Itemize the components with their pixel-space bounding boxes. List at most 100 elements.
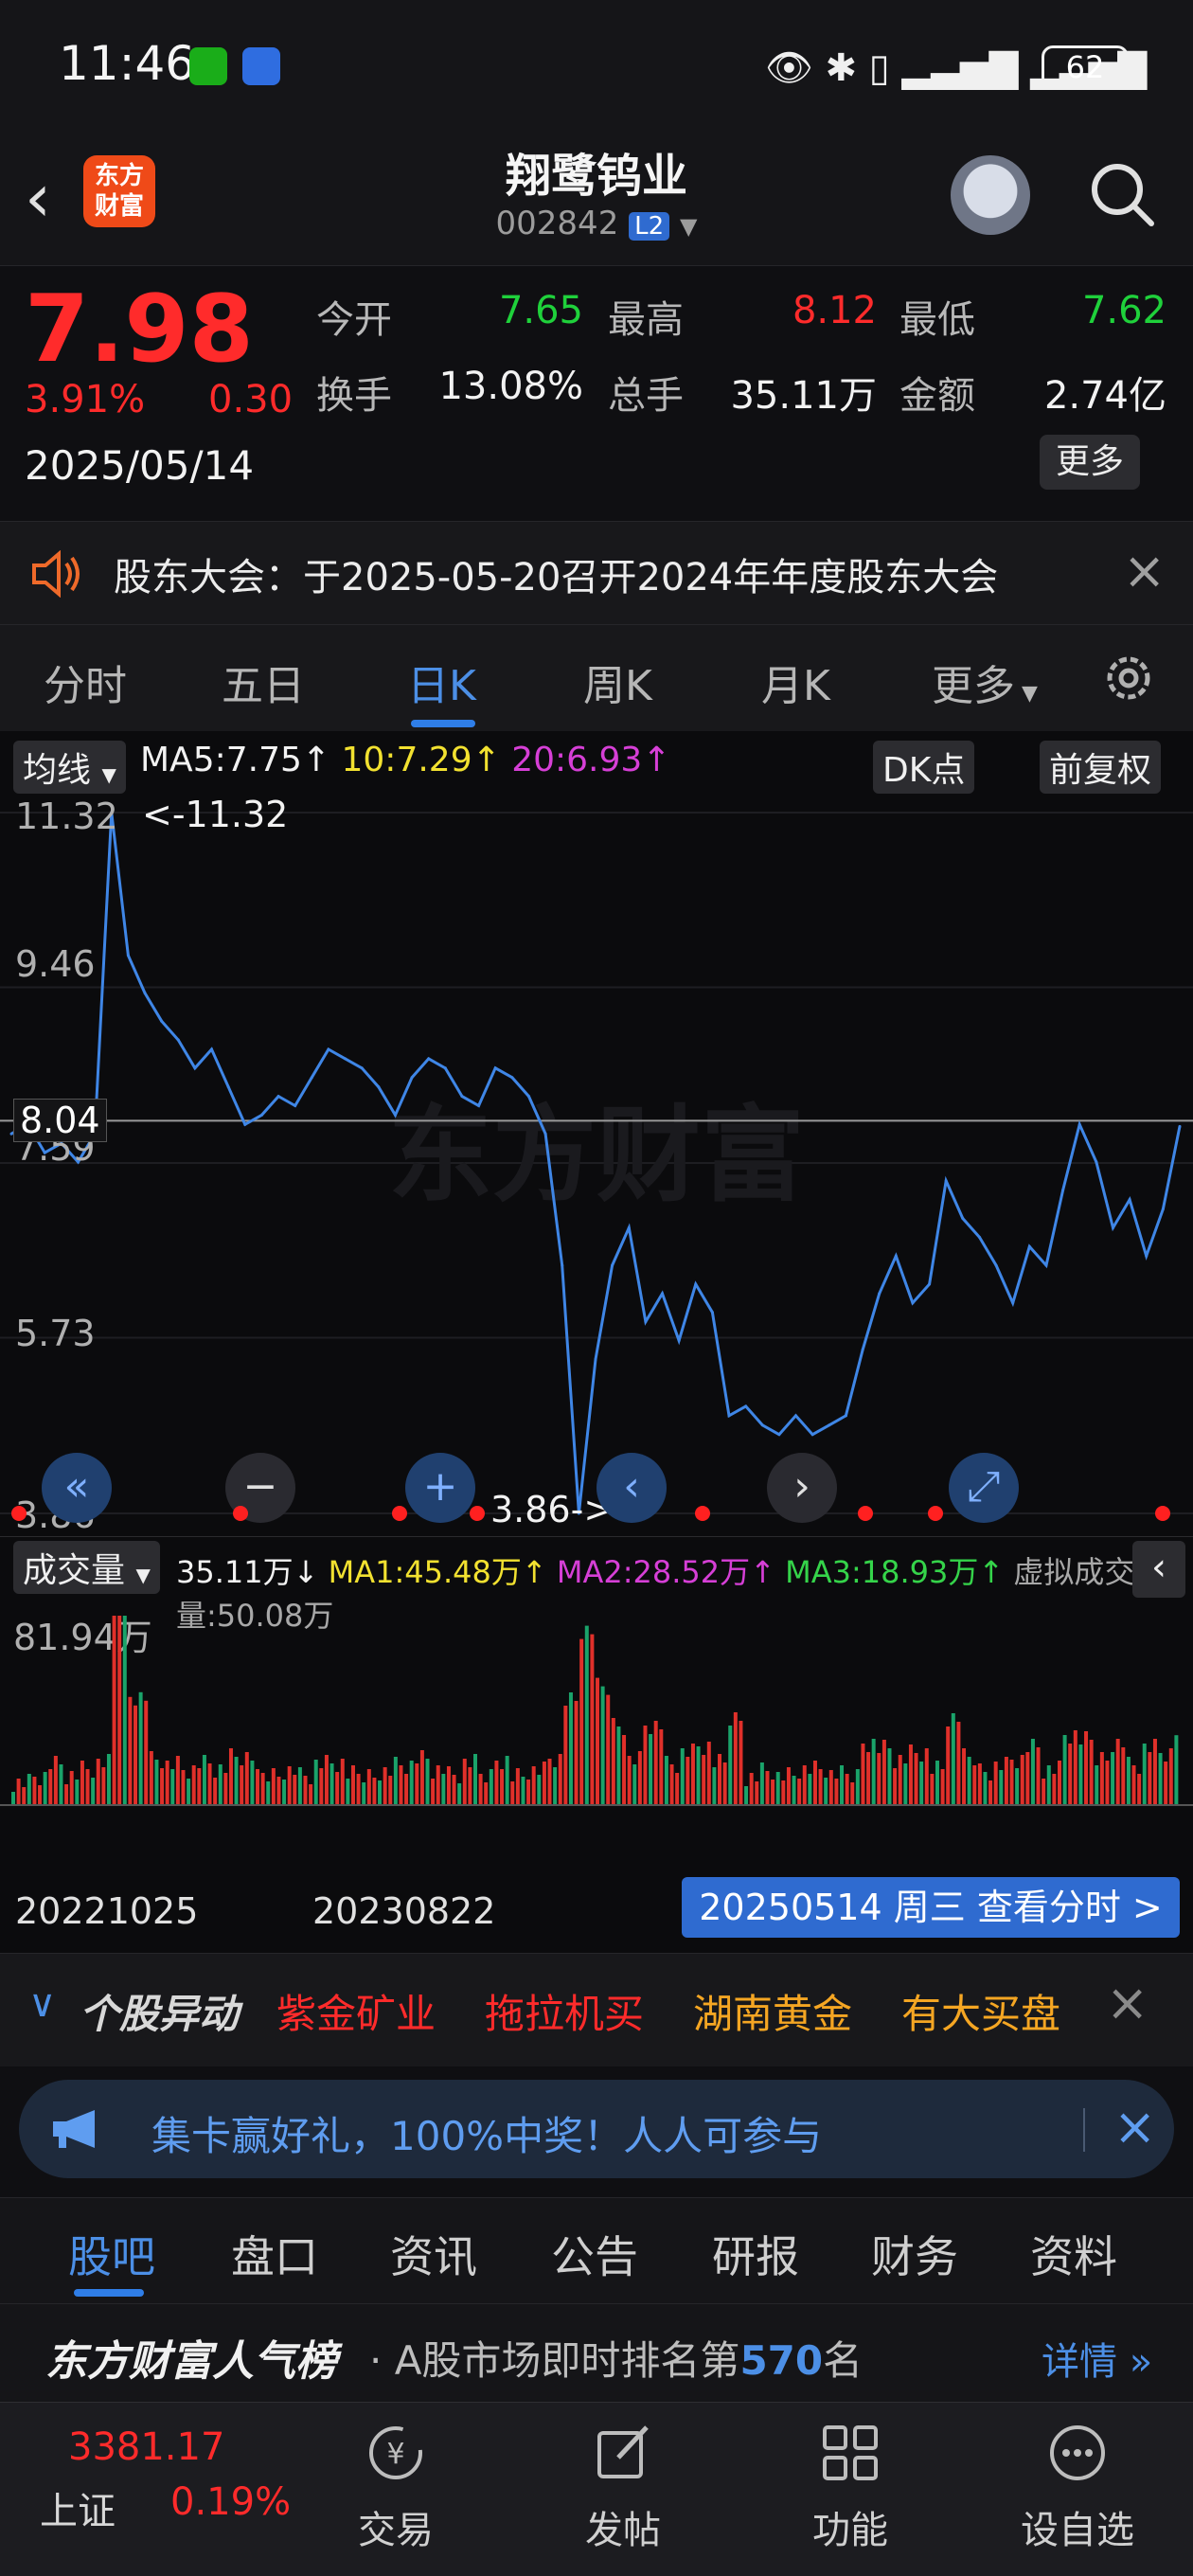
close-icon[interactable]: × (1113, 2097, 1156, 2156)
volume-bar (686, 1757, 690, 1805)
tab-weekly-k[interactable]: 周K (583, 652, 652, 712)
price-point (928, 1282, 932, 1286)
volume-bar (409, 1761, 414, 1805)
tab-news[interactable]: 资讯 (390, 2223, 477, 2285)
more-button[interactable]: 更多 (1040, 435, 1140, 490)
volume-indicator-select[interactable]: 成交量 ▼ (13, 1541, 160, 1594)
volume-bar (664, 1756, 668, 1805)
collapse-panel-button[interactable]: ‹ (1132, 1541, 1185, 1598)
nav-functions[interactable]: 功能 (765, 2410, 935, 2552)
scroll-left-fast-button[interactable]: « (42, 1453, 112, 1523)
kline-chart-area[interactable]: 均线 ▼ MA5:7.75↑ 10:7.29↑ 20:6.93↑ DK点 前复权… (0, 731, 1193, 1953)
price-point (143, 991, 147, 994)
event-marker[interactable] (470, 1506, 485, 1521)
close-icon[interactable]: × (1106, 1973, 1148, 2032)
volume-bar (346, 1779, 350, 1805)
price-point (561, 1263, 564, 1267)
nav-post[interactable]: 发帖 (538, 2410, 708, 2552)
mover-item[interactable]: 湖南黄金 (693, 1982, 852, 2040)
nav-trade[interactable]: ¥ 交易 (311, 2410, 481, 2552)
adjust-button[interactable]: 前复权 (1040, 741, 1162, 794)
divider (1083, 2108, 1085, 2152)
zoom-in-button[interactable]: + (405, 1453, 475, 1523)
battery-indicator: 62 (1042, 45, 1129, 89)
ma-select[interactable]: 均线 ▼ (13, 741, 126, 794)
popularity-ranking[interactable]: 东方财富人气榜 · A股市场即时排名第570名 详情 » (0, 2303, 1193, 2402)
tab-daily-k[interactable]: 日K (407, 652, 476, 712)
volume-bar (350, 1765, 355, 1805)
high-value: 8.12 (792, 289, 877, 332)
volume-bar (366, 1769, 371, 1805)
event-marker[interactable] (695, 1506, 710, 1521)
volume-bar (962, 1748, 967, 1805)
tab-more[interactable]: 更多 ▼ (932, 652, 1038, 712)
volume-bar (866, 1752, 871, 1805)
y-tick-label: 5.73 (15, 1313, 96, 1354)
tab-finance[interactable]: 财务 (871, 2223, 958, 2285)
close-icon[interactable]: × (1123, 541, 1166, 600)
scroll-right-button[interactable]: › (767, 1453, 837, 1523)
fullscreen-button[interactable]: ⤢ (949, 1453, 1019, 1523)
volume-bar (1036, 1747, 1041, 1805)
volume-bar (812, 1761, 817, 1805)
price-point (160, 1019, 164, 1023)
volume-bar (1158, 1753, 1163, 1805)
event-marker[interactable] (858, 1506, 873, 1521)
event-marker[interactable] (392, 1506, 407, 1521)
mover-item[interactable]: 拖拉机买 (485, 1982, 644, 2040)
app-notification-icon (242, 47, 280, 85)
mover-item[interactable]: 紫金矿业 (276, 1982, 436, 2040)
gear-icon[interactable] (1098, 648, 1159, 708)
mover-item[interactable]: 有大买盘 (901, 1982, 1060, 2040)
tab-profile[interactable]: 资料 (1030, 2223, 1117, 2285)
search-icon[interactable] (1085, 157, 1159, 231)
dk-point-button[interactable]: DK点 (873, 741, 975, 794)
detail-link[interactable]: 详情 » (1042, 2331, 1152, 2386)
chevron-down-icon[interactable]: ∨ (28, 1982, 56, 2026)
price-point (744, 1404, 748, 1408)
tab-announcements[interactable]: 公告 (551, 2223, 638, 2285)
volume-bar (881, 1740, 886, 1805)
volume-bar (696, 1746, 701, 1805)
assistant-robot-icon[interactable] (951, 155, 1030, 235)
index-ticker[interactable]: 3381.17 上证 0.19% (0, 2403, 291, 2576)
tab-monthly-k[interactable]: 月K (761, 652, 830, 712)
volume-bar (765, 1771, 770, 1805)
event-marker[interactable] (928, 1506, 943, 1521)
price-point (844, 1414, 847, 1418)
volume-bar (771, 1780, 775, 1805)
tab-five-day[interactable]: 五日 (222, 652, 305, 712)
price-point (226, 1085, 230, 1089)
volume-bar (1025, 1752, 1030, 1805)
tab-forum[interactable]: 股吧 (68, 2223, 155, 2285)
promo-banner[interactable]: 集卡赢好礼，100%中奖！人人可参与 × (19, 2080, 1174, 2178)
volume-bar (622, 1735, 627, 1805)
tab-research[interactable]: 研报 (712, 2223, 799, 2285)
volume-bar (643, 1726, 648, 1805)
event-marker[interactable] (233, 1506, 248, 1521)
volume-bar (579, 1638, 584, 1805)
volume-bar (558, 1754, 562, 1805)
volume-bar (1015, 1768, 1020, 1805)
volume-header: 成交量 ▼ 35.11万↓ MA1:45.48万↑ MA2:28.52万↑ MA… (0, 1536, 1193, 1634)
event-marker[interactable] (11, 1506, 27, 1521)
tab-intraday[interactable]: 分时 (44, 652, 127, 712)
volume-bar (722, 1762, 727, 1805)
volume-bar (207, 1763, 212, 1805)
event-marker[interactable] (1155, 1506, 1170, 1521)
volume-bar (574, 1701, 579, 1805)
popularity-brand: 东方财富人气榜 (45, 2337, 337, 2386)
volume-bar (266, 1781, 271, 1805)
volume-bar (303, 1776, 308, 1805)
volume-bar (1148, 1752, 1152, 1805)
volume-bar (1115, 1739, 1120, 1805)
view-intraday-button[interactable]: 20250514 周三 查看分时 > (682, 1877, 1180, 1938)
scroll-left-button[interactable]: ‹ (596, 1453, 667, 1523)
volume-bar (706, 1742, 711, 1805)
notice-bar[interactable]: 股东大会：于2025-05-20召开2024年年度股东大会 × (0, 521, 1193, 625)
tab-orderbook[interactable]: 盘口 (231, 2223, 318, 2285)
nav-watchlist-settings[interactable]: 设自选 (992, 2410, 1163, 2552)
price-point (1161, 1208, 1165, 1211)
nav-label: 发帖 (585, 2509, 661, 2552)
volume-bar (1020, 1755, 1024, 1805)
